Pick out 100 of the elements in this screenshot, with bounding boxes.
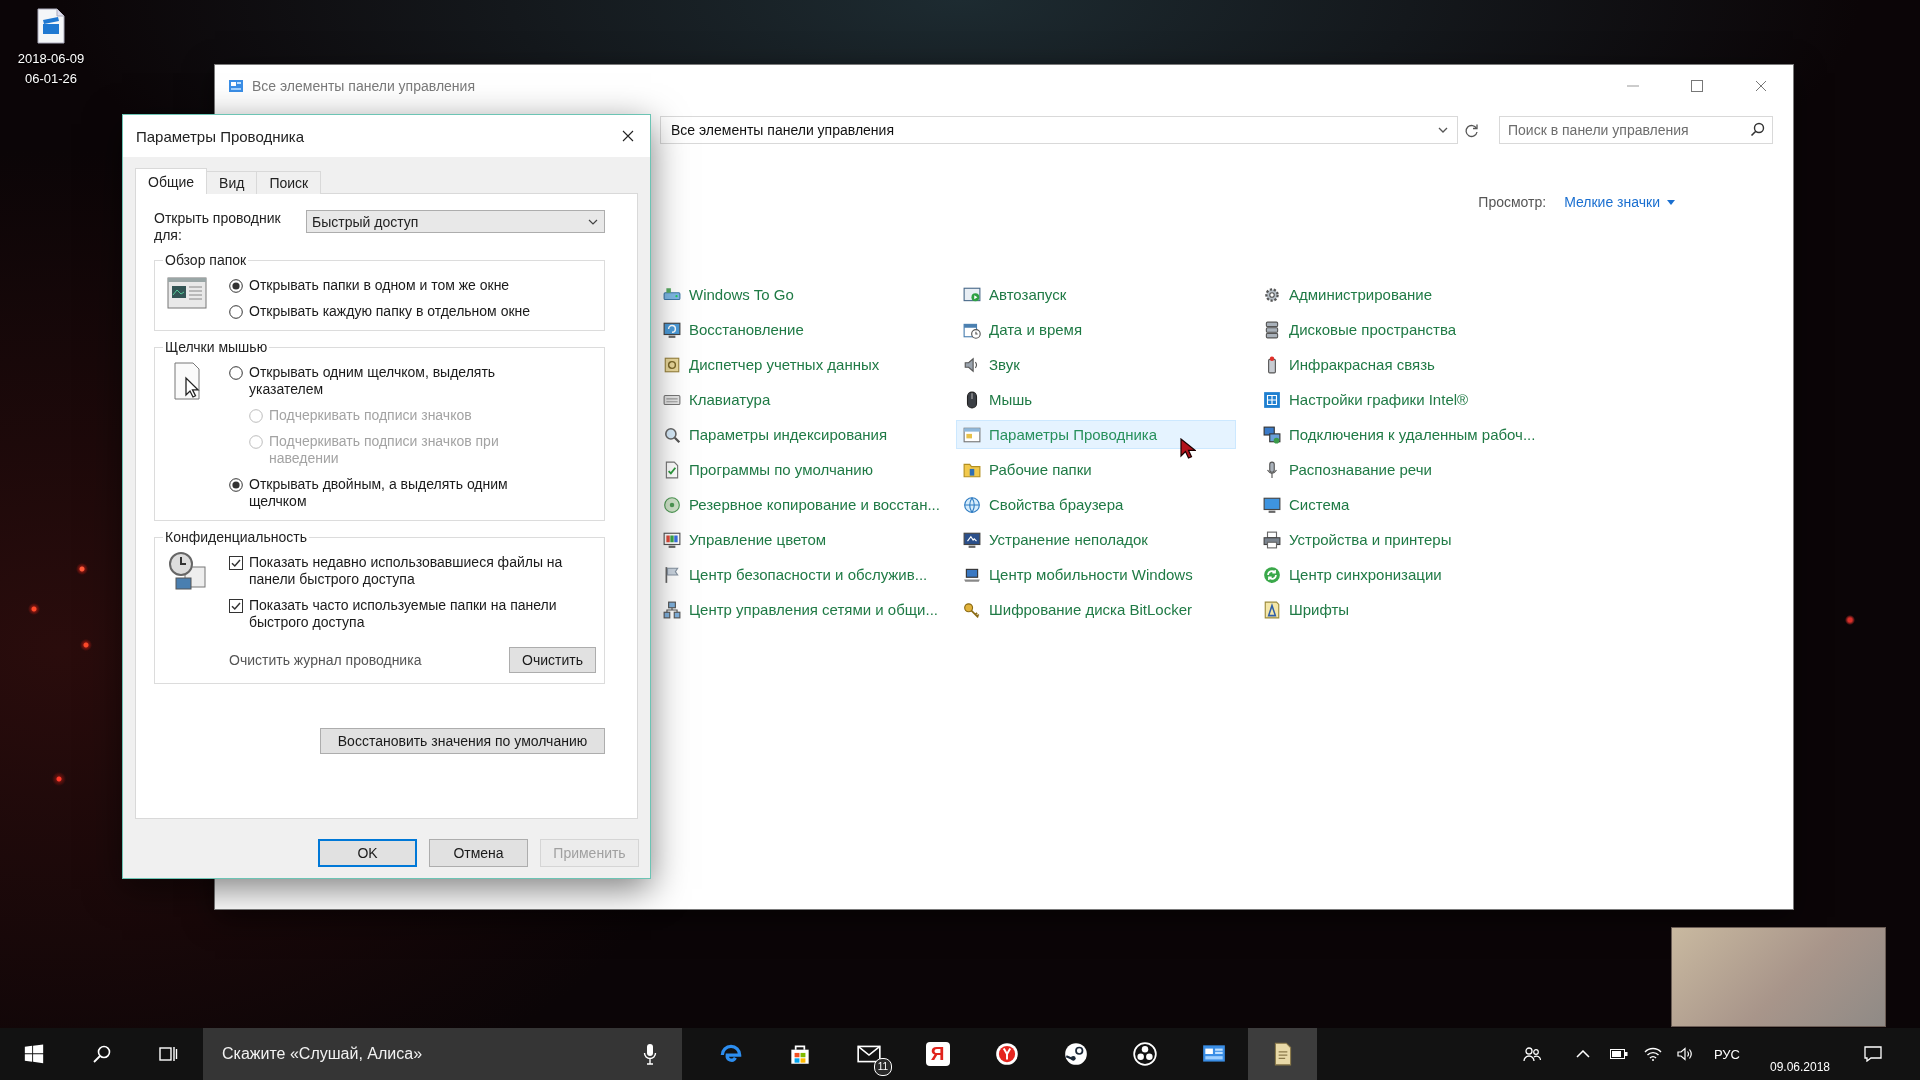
panel-link[interactable]: Дата и время — [956, 315, 1090, 344]
address-bar[interactable]: Все элементы панели управления — [660, 116, 1458, 144]
option-label: Подчеркивать подписи значков при наведении — [269, 433, 500, 467]
window-title: Все элементы панели управления — [252, 78, 475, 94]
video-file-icon[interactable] — [37, 8, 65, 44]
panel-link[interactable]: Центр мобильности Windows — [956, 560, 1200, 589]
panel-link[interactable]: Распознавание речи — [1256, 455, 1439, 484]
network-icon — [663, 600, 681, 619]
battery-icon — [1610, 1049, 1628, 1059]
view-label: Просмотр: — [1478, 194, 1547, 210]
breadcrumb-link[interactable]: Все элементы панели управления — [671, 122, 894, 138]
panel-link[interactable]: Мышь — [956, 385, 1040, 414]
round-logo-icon — [993, 1041, 1020, 1067]
panel-link[interactable]: Диспетчер учетных данных — [656, 350, 887, 379]
taskbar-button[interactable] — [1248, 1028, 1317, 1080]
radio-button[interactable] — [229, 366, 243, 380]
panel-link[interactable]: Резервное копирование и восстан... — [656, 490, 947, 519]
panel-link[interactable]: Параметры Проводника — [956, 420, 1236, 449]
panel-link[interactable]: Подключения к удаленным рабоч... — [1256, 420, 1543, 449]
check-document-icon — [663, 460, 681, 479]
taskbar-button[interactable]: Я — [903, 1028, 972, 1080]
cursor-icon — [1180, 438, 1196, 460]
panel-link[interactable]: Windows To Go — [656, 280, 801, 309]
radio-button[interactable] — [229, 305, 243, 319]
monitor-icon — [663, 530, 681, 549]
grid-tile-icon — [1263, 390, 1281, 409]
panel-link[interactable]: Устройства и принтеры — [1256, 525, 1459, 554]
panel-link[interactable]: Инфракрасная связь — [1256, 350, 1442, 379]
language-indicator[interactable]: РУС — [1706, 1046, 1748, 1062]
dropdown[interactable]: Быстрый доступ — [306, 210, 605, 233]
panel-link[interactable]: Дисковые пространства — [1256, 315, 1464, 344]
group-title: Щелчки мышью — [164, 339, 269, 355]
ring-icon — [1131, 1041, 1158, 1067]
taskbar-button[interactable]: 11 — [834, 1028, 903, 1080]
sync-icon — [1263, 565, 1281, 584]
option-label: Открывать папки в одном и том же окне — [249, 277, 510, 294]
tab[interactable]: Поиск — [256, 171, 322, 194]
panel-link[interactable]: Клавиатура — [656, 385, 778, 414]
panel-link[interactable]: Система — [1256, 490, 1357, 519]
file-label: 2018-06-09 06-01-26 — [16, 50, 86, 88]
maximize-icon — [1691, 80, 1703, 92]
microphone-icon[interactable] — [643, 1043, 657, 1065]
flag-icon — [663, 565, 681, 584]
option-label: Открывать одним щелчком, выделять указателем — [249, 364, 497, 398]
dialog-title: Параметры Проводника — [136, 127, 305, 145]
chevron-up-icon — [1576, 1050, 1590, 1058]
refresh-icon[interactable] — [1464, 122, 1479, 138]
panel-link[interactable]: Параметры индексирования — [656, 420, 895, 449]
notification-badge: 11 — [874, 1058, 892, 1076]
clock-date[interactable]: 09.06.2018 — [1752, 1060, 1848, 1074]
radio-button[interactable] — [229, 279, 243, 293]
radio-button[interactable] — [229, 478, 243, 492]
monitor-icon — [963, 530, 981, 549]
tab[interactable]: Вид — [206, 171, 258, 194]
disk-stack-icon — [1263, 320, 1281, 339]
monitor-icon — [663, 320, 681, 339]
panel-link[interactable]: Свойства браузера — [956, 490, 1131, 519]
checkbox[interactable] — [229, 556, 243, 570]
people-icon — [1523, 1046, 1541, 1062]
panel-link[interactable]: Устранение неполадок — [956, 525, 1155, 554]
clear-history-label: Очистить журнал проводника — [229, 652, 422, 668]
screen-play-icon — [963, 285, 981, 304]
magnifier-icon — [663, 425, 681, 444]
wifi-icon — [1644, 1047, 1662, 1061]
panel-link[interactable]: Восстановление — [656, 315, 811, 344]
panel-link[interactable]: Администрирование — [1256, 280, 1440, 309]
globe-icon — [963, 495, 981, 514]
panel-link[interactable]: Рабочие папки — [956, 455, 1099, 484]
tab[interactable]: Общие — [135, 168, 208, 194]
panel-link[interactable]: Центр безопасности и обслужив... — [656, 560, 935, 589]
panel-link[interactable]: Настройки графики Intel® — [1256, 385, 1476, 414]
key-icon — [963, 600, 981, 619]
search-icon — [92, 1044, 112, 1064]
option-label: Открывать двойным, а выделять одним щелчком — [249, 476, 509, 510]
search-field[interactable]: Поиск в панели управления — [1499, 116, 1773, 144]
panel-link[interactable]: Шифрование диска BitLocker — [956, 595, 1200, 624]
notification-icon — [1864, 1046, 1882, 1062]
panel-link[interactable]: Автозапуск — [956, 280, 1074, 309]
panel-link[interactable]: Центр управления сетями и общи... — [656, 595, 945, 624]
view-dropdown[interactable]: Мелкие значки — [1564, 194, 1675, 210]
panel-link[interactable]: Центр синхронизации — [1256, 560, 1449, 589]
checkbox[interactable] — [229, 599, 243, 613]
panel-link[interactable]: Управление цветом — [656, 525, 834, 554]
printer-icon — [1263, 530, 1281, 549]
panel-link[interactable]: Шрифты — [1256, 595, 1357, 624]
disk-icon — [663, 495, 681, 514]
monitor-icon — [1263, 495, 1281, 514]
option-label: Показать недавно использовавшиеся файлы на панели быстрого доступа — [249, 554, 564, 588]
search-icon[interactable] — [1750, 122, 1765, 137]
start-icon — [23, 1043, 45, 1065]
dialog-button[interactable]: Отмена — [429, 839, 528, 867]
panel-link[interactable]: Программы по умолчанию — [656, 455, 880, 484]
clear-button[interactable]: Очистить — [509, 647, 596, 673]
close-icon — [1755, 80, 1767, 92]
gear-icon — [1263, 285, 1281, 304]
restore-defaults-button[interactable]: Восстановить значения по умолчанию — [320, 728, 605, 754]
panel-link[interactable]: Звук — [956, 350, 1027, 379]
group-title: Обзор папок — [164, 252, 248, 268]
search-box[interactable]: Скажите «Слушай, Алиса» — [203, 1028, 682, 1080]
dialog-button[interactable]: OK — [318, 839, 417, 867]
